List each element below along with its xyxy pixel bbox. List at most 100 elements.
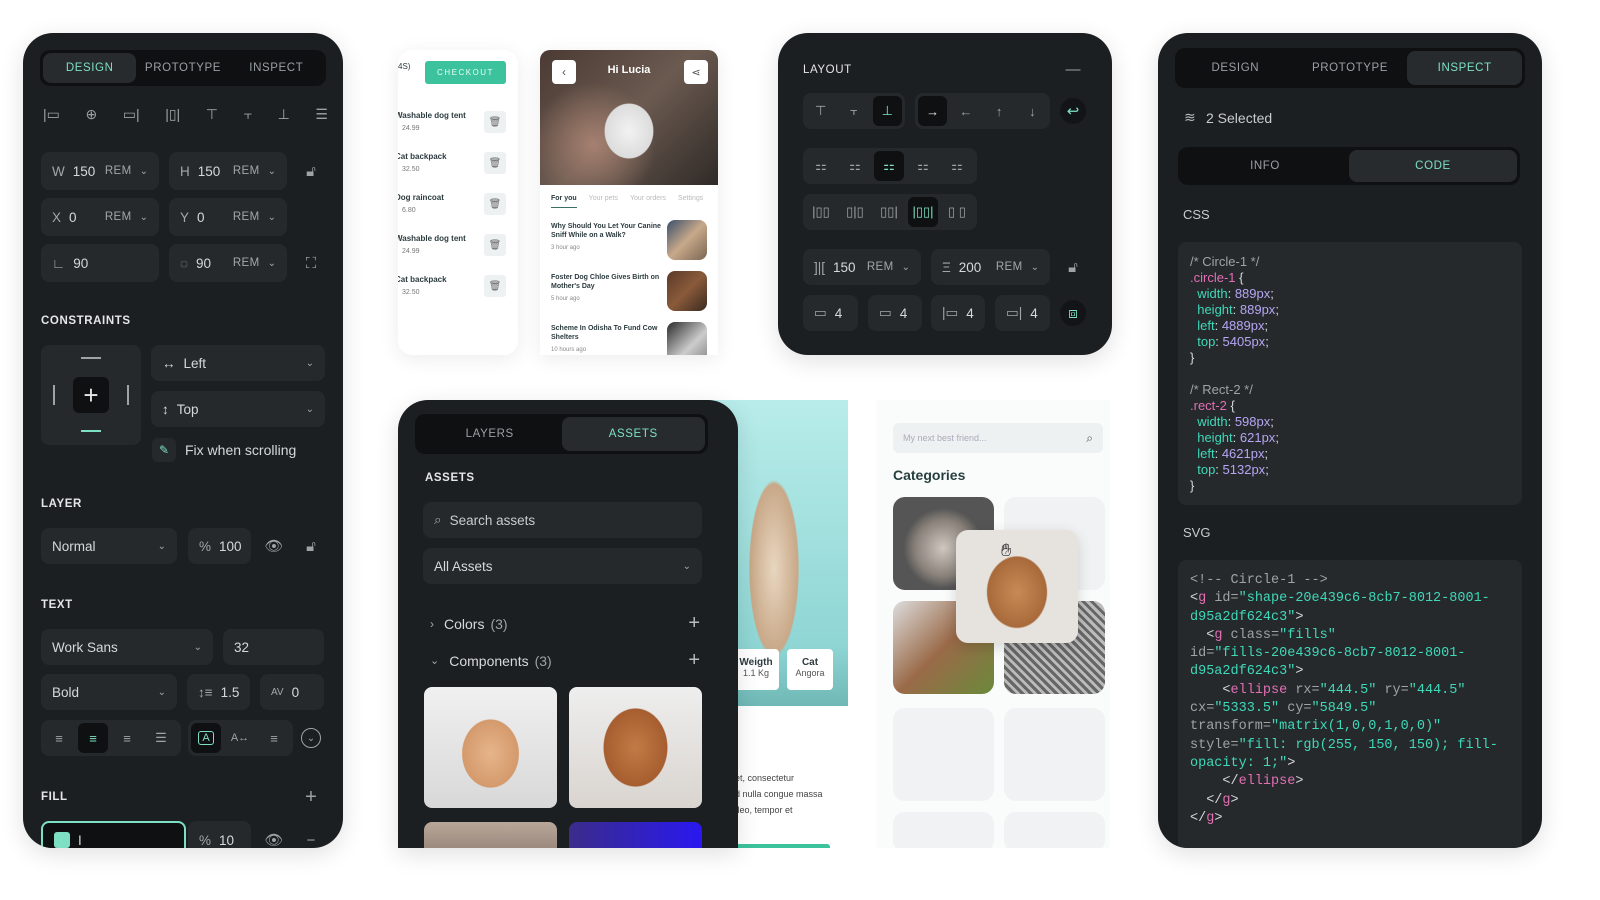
align-text-right-icon[interactable]: ≡ — [112, 723, 142, 753]
tab-assets[interactable]: ASSETS — [561, 417, 705, 451]
trash-icon[interactable]: 🗑︎ — [484, 275, 506, 297]
article-item[interactable]: Scheme In Odisha To Fund Cow Shelters 10… — [551, 322, 711, 355]
radius-field[interactable]: ◌ 90 REM ⌄ — [169, 244, 287, 282]
component-thumbnail[interactable] — [569, 822, 702, 848]
assets-filter-select[interactable]: All Assets ⌄ — [423, 548, 702, 584]
align-v-center-icon[interactable]: ⫟ — [244, 106, 252, 128]
padding-right-field[interactable]: ▭| 4 — [995, 295, 1050, 331]
column-gap-field[interactable]: ]|[150 REM ⌄ — [803, 249, 921, 285]
font-size-field[interactable]: 32 — [223, 629, 324, 665]
search-icon[interactable]: ⌕ — [1086, 431, 1093, 446]
constraints-widget[interactable]: + — [41, 345, 141, 445]
css-code-block[interactable]: /* Circle-1 */.circle-1 { width: 889px; … — [1178, 242, 1522, 505]
distribute-v-icon[interactable]: ☰ — [315, 106, 328, 128]
category-empty[interactable] — [1004, 812, 1105, 848]
fill-swatch[interactable] — [54, 832, 70, 848]
component-dog[interactable] — [569, 687, 702, 808]
align-right-icon[interactable]: ▭| — [123, 106, 140, 128]
arrow-left-icon[interactable]: ← — [951, 96, 980, 126]
height-field[interactable]: H 150 REM ⌄ — [169, 152, 287, 190]
y-field[interactable]: Y 0 REM ⌄ — [169, 198, 287, 236]
blend-mode-select[interactable]: Normal ⌄ — [41, 528, 177, 564]
search-assets-input[interactable]: ⌕ Search assets — [423, 502, 702, 538]
arrow-up-icon[interactable]: ↑ — [985, 96, 1014, 126]
align-text-center-icon[interactable]: ≡ — [78, 723, 108, 753]
justify-start-icon[interactable]: |▯▯ — [806, 197, 836, 227]
constraint-right-line[interactable] — [127, 385, 129, 405]
padding-left-value[interactable]: 4 — [966, 306, 974, 321]
radius-value[interactable]: 90 — [196, 256, 211, 271]
tab-design[interactable]: DESIGN — [43, 53, 137, 83]
eye-icon[interactable]: 👁︎ — [264, 536, 284, 556]
pin-icon[interactable]: ✎ — [152, 438, 176, 462]
colors-group[interactable]: › Colors (3) + — [430, 612, 700, 635]
fixed-text-icon[interactable]: ≡ — [259, 723, 289, 753]
trash-icon[interactable]: 🗑︎ — [484, 234, 506, 256]
align-top-icon[interactable]: ⊤ — [206, 106, 218, 128]
auto-size-icon[interactable]: A — [191, 723, 221, 753]
lock-icon[interactable]: 🔓︎ — [301, 161, 321, 181]
justify-between-icon[interactable]: |▯▯| — [908, 197, 938, 227]
letter-spacing-value[interactable]: 0 — [292, 685, 300, 700]
row-gap-field[interactable]: Ξ 200 REM ⌄ — [931, 249, 1050, 285]
radius-unit[interactable]: REM — [233, 257, 260, 269]
padding-right-value[interactable]: 4 — [1030, 306, 1038, 321]
width-value[interactable]: 150 — [73, 164, 96, 179]
layer-opacity-value[interactable]: 100 — [219, 539, 242, 554]
justify-around-icon[interactable]: ▯ ▯ — [942, 197, 972, 227]
constraint-top-line[interactable] — [81, 357, 101, 359]
vertical-constraint-select[interactable]: ↕ Top ⌄ — [151, 391, 325, 427]
remove-fill-icon[interactable]: − — [301, 830, 321, 849]
y-unit[interactable]: REM — [233, 211, 260, 223]
category-empty[interactable] — [1004, 708, 1105, 801]
align-text-justify-icon[interactable]: ☰ — [146, 723, 176, 753]
tab-settings[interactable]: Settings — [678, 195, 703, 208]
tab-your-pets[interactable]: Your pets — [589, 195, 618, 208]
align-text-left-icon[interactable]: ≡ — [44, 723, 74, 753]
remove-layout-icon[interactable]: — — [1063, 59, 1083, 79]
row-gap-value[interactable]: 200 — [959, 260, 982, 275]
fill-opacity-field[interactable]: % 10 — [188, 821, 251, 848]
fill-opacity-value[interactable]: 10 — [219, 833, 234, 848]
wrap-icon[interactable]: ↩ — [1060, 98, 1086, 124]
line-height-field[interactable]: ↕≡ 1.5 — [187, 674, 250, 710]
padding-bottom-value[interactable]: 4 — [900, 306, 908, 321]
row-gap-unit[interactable]: REM — [996, 261, 1023, 273]
plus-icon[interactable]: + — [73, 377, 109, 413]
content-between-icon[interactable]: ⚏ — [908, 151, 938, 181]
component-hamster[interactable] — [424, 687, 557, 808]
content-around-icon[interactable]: ⚏ — [942, 151, 972, 181]
font-family-select[interactable]: Work Sans ⌄ — [41, 629, 213, 665]
width-field[interactable]: W 150 REM ⌄ — [41, 152, 159, 190]
align-center-icon[interactable]: ⫟ — [839, 96, 868, 126]
fill-color-input[interactable]: I — [41, 821, 186, 848]
align-left-icon[interactable]: |▭ — [43, 106, 60, 128]
height-value[interactable]: 150 — [198, 164, 221, 179]
trash-icon[interactable]: 🗑︎ — [484, 111, 506, 133]
tab-for-you[interactable]: For you — [551, 195, 577, 208]
padding-left-field[interactable]: |▭ 4 — [931, 295, 985, 331]
tab-info[interactable]: INFO — [1181, 150, 1349, 182]
letter-spacing-field[interactable]: AV 0 — [260, 674, 324, 710]
category-empty[interactable] — [893, 812, 994, 848]
article-item[interactable]: Why Should You Let Your Canine Sniff Whi… — [551, 220, 711, 267]
width-unit[interactable]: REM — [105, 165, 132, 177]
add-fill-icon[interactable]: + — [301, 786, 321, 808]
height-unit[interactable]: REM — [233, 165, 260, 177]
justify-center-icon[interactable]: ▯|▯ — [840, 197, 870, 227]
padding-bottom-field[interactable]: ▭ 4 — [868, 295, 922, 331]
font-size-value[interactable]: 32 — [234, 640, 249, 655]
arrow-right-icon[interactable]: → — [918, 96, 948, 126]
tab-inspect[interactable]: INSPECT — [230, 53, 323, 83]
x-field[interactable]: X 0 REM ⌄ — [41, 198, 159, 236]
constraint-bottom-line[interactable] — [81, 430, 101, 432]
y-value[interactable]: 0 — [197, 210, 205, 225]
dragged-dog-tile[interactable] — [956, 530, 1078, 643]
fill-color-value[interactable]: I — [78, 833, 82, 848]
trash-icon[interactable]: 🗑︎ — [484, 193, 506, 215]
independent-corners-icon[interactable]: ⛶ — [301, 253, 321, 273]
horizontal-constraint-select[interactable]: ↔ Left ⌄ — [151, 345, 325, 381]
add-component-icon[interactable]: + — [688, 649, 700, 672]
layer-opacity-field[interactable]: % 100 — [188, 528, 251, 564]
content-end-icon[interactable]: ⚏ — [874, 151, 904, 181]
